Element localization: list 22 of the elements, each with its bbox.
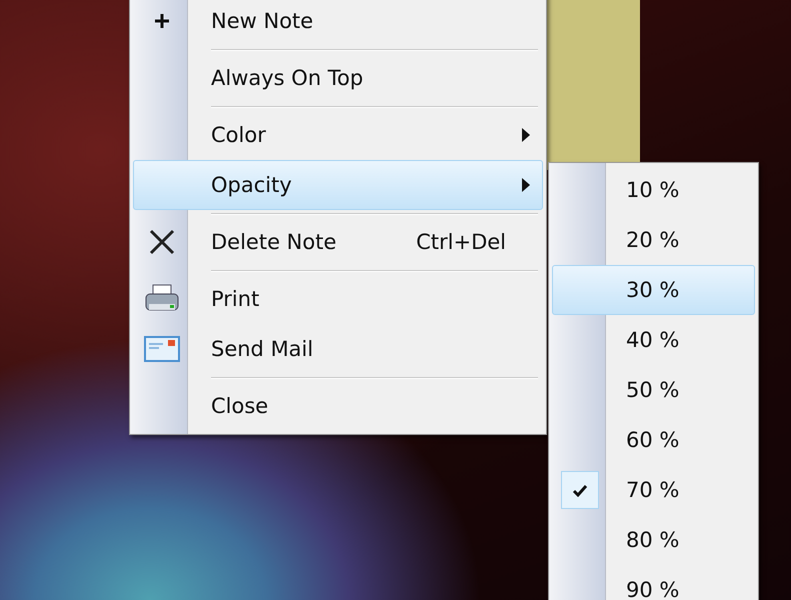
menu-item[interactable]: 90 % xyxy=(552,565,755,600)
menu-item[interactable]: Always On Top xyxy=(133,53,543,103)
menu-item[interactable]: Opacity xyxy=(133,160,543,210)
menu-item[interactable]: 20 % xyxy=(552,215,755,265)
menu-item[interactable]: 30 % xyxy=(552,265,755,315)
menu-item[interactable]: 80 % xyxy=(552,515,755,565)
menu-item[interactable]: Print xyxy=(133,274,543,324)
menu-item[interactable]: 70 % xyxy=(552,465,755,515)
menu-item[interactable]: 10 % xyxy=(552,165,755,215)
submenu-arrow-icon xyxy=(522,178,530,192)
mail-icon xyxy=(144,336,180,362)
close-icon xyxy=(148,228,176,256)
menu-item[interactable]: Send Mail xyxy=(133,324,543,374)
menu-item[interactable]: Close xyxy=(133,381,543,431)
menu-item[interactable]: 60 % xyxy=(552,415,755,465)
menu-item[interactable]: 40 % xyxy=(552,315,755,365)
menu-item[interactable]: Delete Note Ctrl+Del xyxy=(133,217,543,267)
menu-item[interactable]: Color xyxy=(133,110,543,160)
menu-item[interactable]: 50 % xyxy=(552,365,755,415)
plus-icon xyxy=(154,13,170,29)
submenu-arrow-icon xyxy=(522,128,530,142)
menu-item[interactable]: New Note xyxy=(133,0,543,46)
